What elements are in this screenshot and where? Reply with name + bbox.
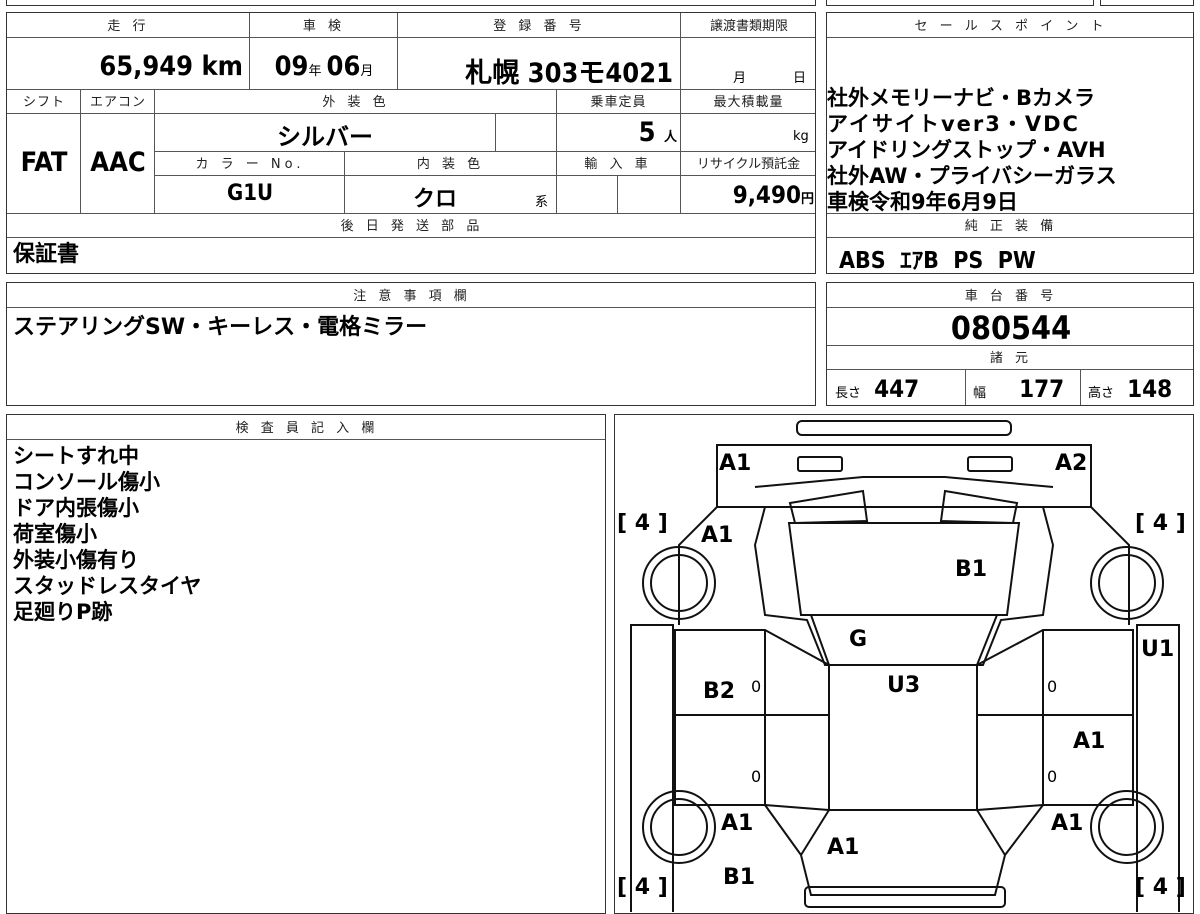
mileage-value: 65,949 km	[99, 51, 243, 82]
sales-points-box: セ ー ル ス ポ イ ン ト 社外メモリーナビ・Bカメラ アイサイトver3・…	[826, 12, 1194, 274]
mark-front-right: A2	[1055, 451, 1088, 476]
mileage-label: 走 行	[107, 19, 150, 34]
mark-rear-left: B1	[723, 865, 756, 890]
later-parts-value: 保証書	[13, 242, 80, 267]
transfer-deadline-label: 譲渡書類期限	[709, 19, 788, 34]
tire-tread-tl: [ 4 ]	[617, 511, 668, 536]
recycle-value: 9,490円	[732, 181, 814, 209]
mark-right-front-fender: U1	[1141, 637, 1175, 662]
height-spec: 高さ 148	[1088, 375, 1173, 403]
registration-label: 登 録 番 号	[493, 19, 586, 34]
mark-hood-left: A1	[701, 523, 734, 548]
chassis-box: 車 台 番 号 080544 諸 元 長さ 447 幅 177 高さ 148	[826, 282, 1194, 406]
ext-color-value: シルバー	[277, 123, 373, 151]
max-load-label: 最大積載量	[713, 95, 784, 110]
mark-right-rear-door: A1	[1073, 729, 1106, 754]
capacity-value: 5 人	[638, 117, 677, 148]
sales-points-label: セ ー ル ス ポ イ ン ト	[914, 19, 1108, 34]
inspector-box: 検 査 員 記 入 欄 シートすれ中 コンソール傷小 ドア内張傷小 荷室傷小 外…	[6, 414, 606, 914]
mark-hood: B1	[955, 557, 988, 582]
car-diagram-box: A1 A2 A1 B1 G U3 B2 U1 A1 A1 A1 A1 B1 0 …	[614, 414, 1194, 914]
inspector-line-2: コンソール傷小	[13, 470, 160, 494]
inspector-line-1: シートすれ中	[13, 444, 139, 468]
inspector-line-6: スタッドレスタイヤ	[13, 574, 202, 598]
int-color-value: クロ	[412, 187, 457, 212]
shaken-value: 09年 06月	[274, 51, 374, 82]
sales-point-2: アイサイトver3・VDC	[827, 112, 1080, 136]
inspector-line-7: 足廻りP跡	[13, 600, 113, 624]
equipment-value: ABS ｴｱB PS PW	[839, 248, 1036, 274]
recycle-label: リサイクル預託金	[696, 157, 801, 172]
later-parts-label: 後 日 発 送 部 品	[340, 219, 484, 234]
sales-point-1: 社外メモリーナビ・Bカメラ	[827, 86, 1096, 110]
mark-rear-left-fender: A1	[721, 811, 754, 836]
sales-point-5: 車検令和9年6月9日	[827, 190, 1018, 214]
door-zero-lr: 0	[751, 767, 762, 786]
car-outline	[630, 420, 1180, 912]
shift-label: シフト	[22, 95, 65, 110]
shaken-label: 車 検	[302, 19, 346, 34]
width-spec: 幅 177	[973, 375, 1065, 403]
import-label: 輸 入 車	[584, 157, 652, 172]
inspector-line-3: ドア内張傷小	[13, 496, 139, 520]
int-color-unit: 系	[535, 195, 549, 210]
door-zero-rr: 0	[1047, 767, 1058, 786]
door-zero-lf: 0	[751, 677, 762, 696]
inspector-line-4: 荷室傷小	[13, 522, 97, 546]
notes-value: ステアリングSW・キーレス・電格ミラー	[13, 315, 428, 340]
top-strip-far-right	[1100, 0, 1194, 6]
spec-label: 諸 元	[989, 351, 1033, 366]
mark-roof: U3	[887, 673, 921, 698]
chassis-value: 080544	[950, 309, 1072, 347]
mark-windshield: G	[849, 627, 868, 652]
tire-tread-br: [ 4 ]	[1135, 875, 1186, 900]
inspector-label: 検 査 員 記 入 欄	[235, 421, 379, 436]
shift-value: FAT	[20, 147, 68, 178]
mark-rear-right-fender: A1	[1051, 811, 1084, 836]
chassis-label: 車 台 番 号	[964, 289, 1058, 304]
ac-value: AAC	[90, 147, 146, 178]
int-color-label: 内 装 色	[416, 157, 485, 172]
notes-box: 注 意 事 項 欄 ステアリングSW・キーレス・電格ミラー	[6, 282, 816, 406]
top-strip	[6, 0, 816, 6]
sales-point-4: 社外AW・プライバシーガラス	[827, 164, 1117, 188]
tire-tread-tr: [ 4 ]	[1135, 511, 1186, 536]
mark-left-front-door: B2	[703, 679, 736, 704]
equipment-label: 純 正 装 備	[964, 219, 1058, 234]
top-strip-right	[826, 0, 1094, 6]
mark-front-left: A1	[719, 451, 752, 476]
transfer-day-unit: 日	[793, 71, 807, 86]
mark-trunk: A1	[827, 835, 860, 860]
color-no-value: G1U	[226, 181, 274, 206]
tire-tread-bl: [ 4 ]	[617, 875, 668, 900]
sales-point-3: アイドリングストップ・AVH	[827, 138, 1106, 162]
ac-label: エアコン	[89, 95, 146, 110]
color-no-label: カ ラ ー No.	[195, 157, 305, 172]
door-zero-rf: 0	[1047, 677, 1058, 696]
notes-label: 注 意 事 項 欄	[353, 289, 471, 304]
vehicle-info-table: 走 行 車 検 登 録 番 号 譲渡書類期限 65,949 km 09年 06月…	[6, 12, 816, 274]
ext-color-label: 外 装 色	[322, 95, 390, 110]
length-spec: 長さ 447	[835, 375, 920, 403]
inspector-line-5: 外装小傷有り	[13, 548, 139, 572]
transfer-month-unit: 月	[733, 71, 747, 86]
capacity-label: 乗車定員	[590, 95, 647, 110]
registration-value: 札幌 303モ4021	[465, 58, 673, 89]
max-load-unit: kg	[793, 129, 809, 144]
